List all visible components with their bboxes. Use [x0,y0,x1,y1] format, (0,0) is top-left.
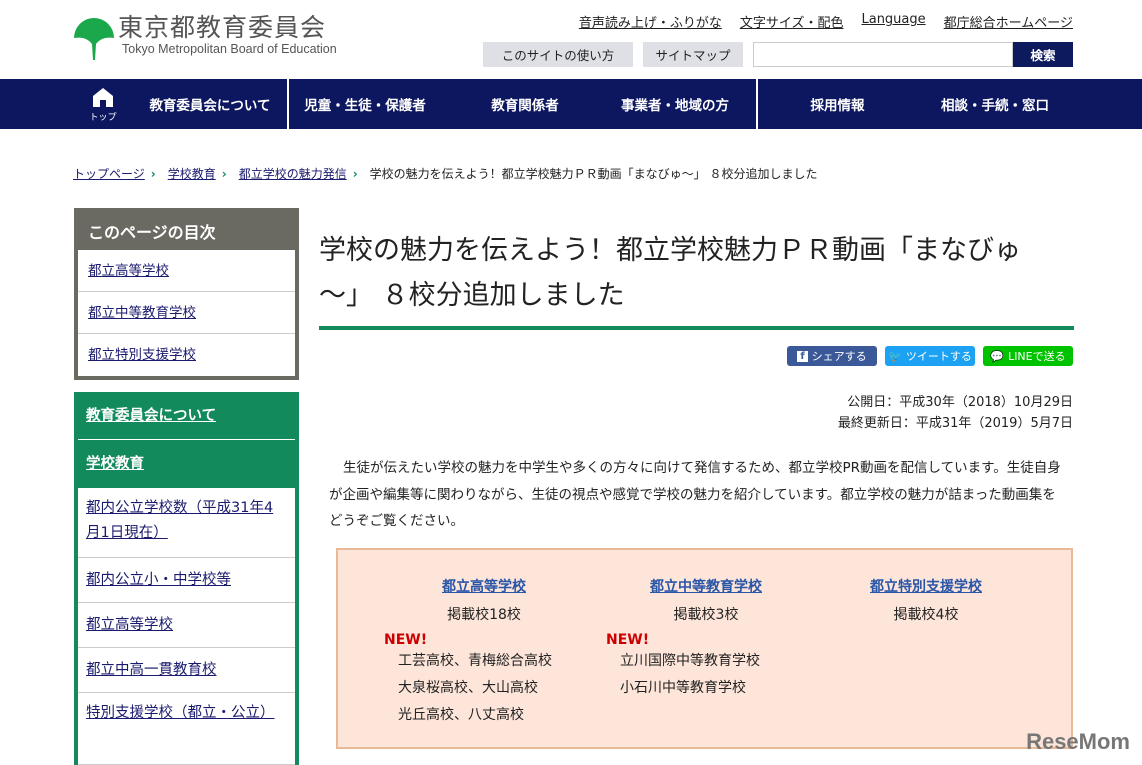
sitemap-button[interactable]: サイトマップ [643,42,743,67]
school-list-item: 大泉桜高校、大山高校 [398,680,538,696]
school-list-item: 工芸高校、青梅総合高校 [398,653,552,669]
toc-title: このページの目次 [88,223,216,242]
school-list-item: 立川国際中等教育学校 [620,653,760,669]
school-count: 掲載校4校 [893,607,959,623]
school-category-link[interactable]: 都立特別支援学校 [826,576,1026,596]
line-icon: 💬 [990,349,1005,363]
tweet-label: ツイートする [905,350,972,363]
toc-item[interactable]: 都立高等学校 [78,250,295,292]
new-badge: NEW! [384,632,428,648]
intro-text: 生徒が伝えたい学校の魅力を中学生や多くの方々に向けて発信するため、都立学校PR動… [329,460,1061,529]
new-badge: NEW! [606,632,650,648]
updated-date: 最終更新日：平成31年（2019）5月7日 [837,416,1073,431]
school-video-box: 都立高等学校 掲載校18校 NEW! 工芸高校、青梅総合高校 大泉桜高校、大山高… [336,548,1073,749]
nav-divider [756,79,758,129]
logo-subtitle: Tokyo Metropolitan Board of Education [122,42,337,56]
nav-item-business[interactable]: 事業者・地域の方 [595,79,755,129]
school-count: 掲載校3校 [673,607,739,623]
line-button[interactable]: 💬 LINEで送る [983,346,1073,366]
ginkgo-logo-icon [74,18,114,60]
sidenav-board[interactable]: 教育委員会について [86,408,216,424]
how-to-use-button[interactable]: このサイトの使い方 [483,42,633,67]
nav-item-recruit[interactable]: 採用情報 [770,79,905,129]
line-label: LINEで送る [1008,350,1066,363]
link-metro-home[interactable]: 都庁総合ホームページ [944,12,1073,31]
twitter-icon: 🐦 [888,349,902,363]
tweet-button[interactable]: 🐦 ツイートする [885,346,975,366]
site-logo[interactable]: 東京都教育委員会 Tokyo Metropolitan Board of Edu… [72,14,337,60]
page-toc: このページの目次 都立高等学校 都立中等教育学校 都立特別支援学校 [74,208,299,380]
home-label: トップ [89,113,117,123]
sidenav-item[interactable]: 都内公立学校数（平成31年4月1日現在） [86,500,273,541]
school-list-item: 光丘高校、八丈高校 [398,707,524,723]
school-count: 掲載校18校 [447,607,521,623]
dates: 公開日：平成30年（2018）10月29日 最終更新日：平成31年（2019）5… [838,392,1073,434]
school-category-link[interactable]: 都立中等教育学校 [606,576,806,596]
nav-home[interactable]: トップ [88,87,118,123]
toc-item[interactable]: 都立特別支援学校 [78,334,295,376]
breadcrumb-school-education[interactable]: 学校教育 [168,165,216,182]
search-input[interactable] [753,42,1013,67]
breadcrumb-current: 学校の魅力を伝えよう！都立学校魅力ＰＲ動画「まなびゅ～」 ８校分追加しました [369,167,818,181]
toc-item[interactable]: 都立中等教育学校 [78,292,295,334]
sidenav-item[interactable]: 都立中高一貫教育校 [86,662,217,678]
global-nav: トップ 教育委員会について 児童・生徒・保護者 教育関係者 事業者・地域の方 採… [0,79,1142,129]
home-icon [93,88,113,107]
page-title: 学校の魅力を伝えよう！都立学校魅力ＰＲ動画「まなびゅ～」 ８校分追加しました [319,228,1074,330]
nav-item-students[interactable]: 児童・生徒・保護者 [295,79,435,129]
sidenav-item[interactable]: 都立高等学校 [86,617,173,633]
sidenav-item[interactable]: 都内公立小・中学校等 [86,572,231,588]
school-column: 都立高等学校 掲載校18校 NEW! 工芸高校、青梅総合高校 大泉桜高校、大山高… [384,576,584,729]
nav-item-educators[interactable]: 教育関係者 [455,79,595,129]
link-read-aloud[interactable]: 音声読み上げ・ふりがな [579,12,722,31]
school-list-item: 小石川中等教育学校 [620,680,746,696]
utility-links: 音声読み上げ・ふりがな 文字サイズ・配色 Language 都庁総合ホームページ [579,12,1073,31]
school-column: 都立中等教育学校 掲載校3校 NEW! 立川国際中等教育学校 小石川中等教育学校 [606,576,806,702]
facebook-icon: f [797,350,808,362]
logo-title: 東京都教育委員会 [118,13,327,42]
facebook-label: シェアする [811,350,867,363]
nav-divider [287,79,289,129]
nav-item-board[interactable]: 教育委員会について [140,79,280,129]
side-nav: 教育委員会について 学校教育 都内公立学校数（平成31年4月1日現在） 都内公立… [74,392,299,765]
resemom-watermark: ReseMom [1026,729,1130,754]
breadcrumb: トップページ › 学校教育 › 都立学校の魅力発信 › 学校の魅力を伝えよう！都立学校… [73,165,818,182]
link-font-size[interactable]: 文字サイズ・配色 [740,12,844,31]
published-date: 公開日：平成30年（2018）10月29日 [847,395,1073,410]
nav-item-consult[interactable]: 相談・手続・窓口 [915,79,1075,129]
search-button[interactable]: 検索 [1013,42,1073,67]
breadcrumb-home[interactable]: トップページ [73,165,145,182]
sidenav-item[interactable]: 特別支援学校（都立・公立） [86,705,275,721]
facebook-share-button[interactable]: f シェアする [787,346,877,366]
sidenav-school-education[interactable]: 学校教育 [86,456,144,472]
school-category-link[interactable]: 都立高等学校 [384,576,584,596]
link-language[interactable]: Language [861,12,925,31]
breadcrumb-appeal[interactable]: 都立学校の魅力発信 [239,165,347,182]
school-column: 都立特別支援学校 掲載校4校 [826,576,1026,624]
